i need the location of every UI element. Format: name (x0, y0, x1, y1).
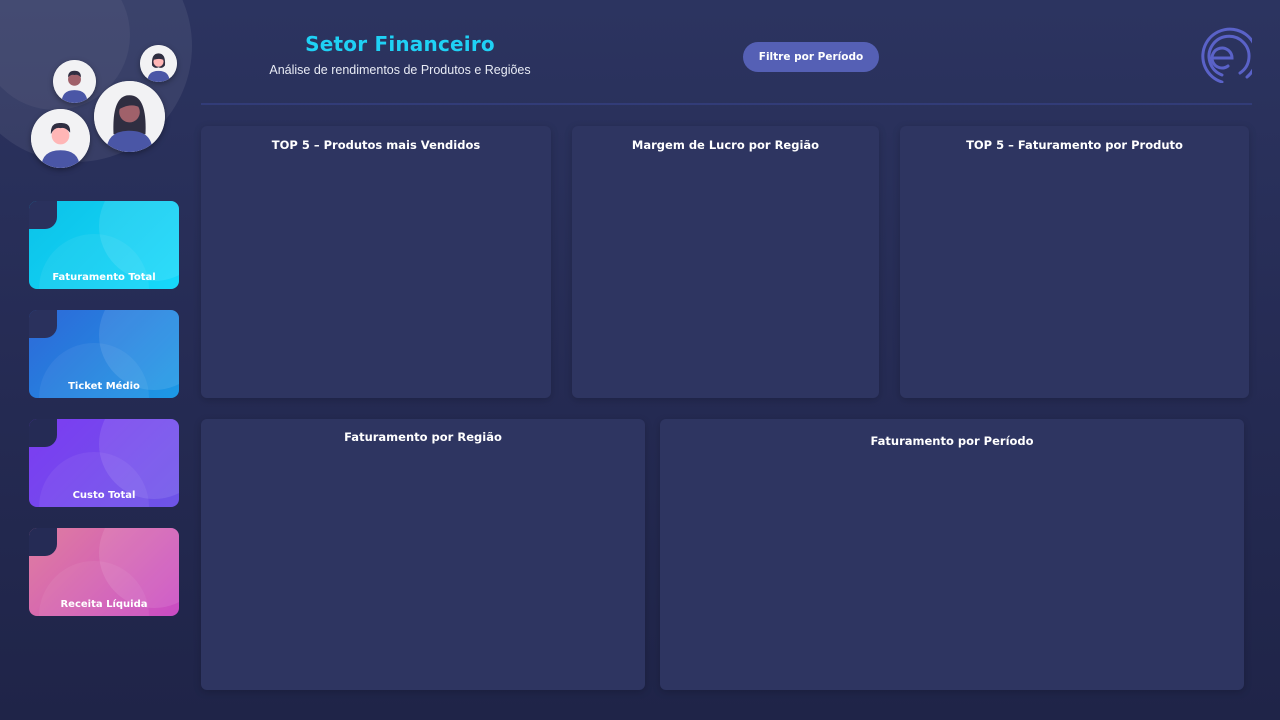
kpi-card-custo-total[interactable]: Custo Total (29, 419, 179, 507)
brand-logo-icon (1192, 25, 1259, 84)
page-subtitle: Análise de rendimentos de Produtos e Reg… (269, 63, 531, 77)
panel-faturamento-periodo: Faturamento por Período (660, 419, 1244, 690)
panel-margem-lucro: Margem de Lucro por Região (572, 126, 879, 398)
filter-period-button[interactable]: Filtre por Período (743, 42, 879, 72)
kpi-label: Faturamento Total (52, 272, 156, 283)
kpi-label: Custo Total (72, 490, 136, 501)
kpi-card-notch (29, 419, 57, 447)
avatar-man-2-icon (31, 109, 90, 168)
header-divider (201, 103, 1252, 105)
kpi-card-receita-liquida[interactable]: Receita Líquida (29, 528, 179, 616)
panel-title: TOP 5 – Faturamento por Produto (966, 138, 1183, 152)
avatar-woman-long-hair-icon (94, 81, 165, 152)
kpi-label: Ticket Médio (68, 381, 140, 392)
kpi-card-notch (29, 310, 57, 338)
panel-title: TOP 5 – Produtos mais Vendidos (271, 138, 481, 152)
panel-title: Margem de Lucro por Região (631, 138, 820, 152)
kpi-card-faturamento-total[interactable]: Faturamento Total (29, 201, 179, 289)
avatar-man-icon (53, 60, 96, 103)
page-title: Setor Financeiro (305, 32, 495, 56)
panel-title: Faturamento por Região (344, 430, 502, 444)
panel-title: Faturamento por Período (870, 434, 1034, 448)
avatar-woman-icon (140, 45, 177, 82)
kpi-card-notch (29, 201, 57, 229)
panel-top-produtos: TOP 5 – Produtos mais Vendidos (201, 126, 551, 398)
kpi-card-ticket-medio[interactable]: Ticket Médio (29, 310, 179, 398)
panel-top-faturamento: TOP 5 – Faturamento por Produto (900, 126, 1249, 398)
kpi-label: Receita Líquida (60, 599, 148, 610)
kpi-card-notch (29, 528, 57, 556)
panel-faturamento-regiao: Faturamento por Região (201, 419, 645, 690)
